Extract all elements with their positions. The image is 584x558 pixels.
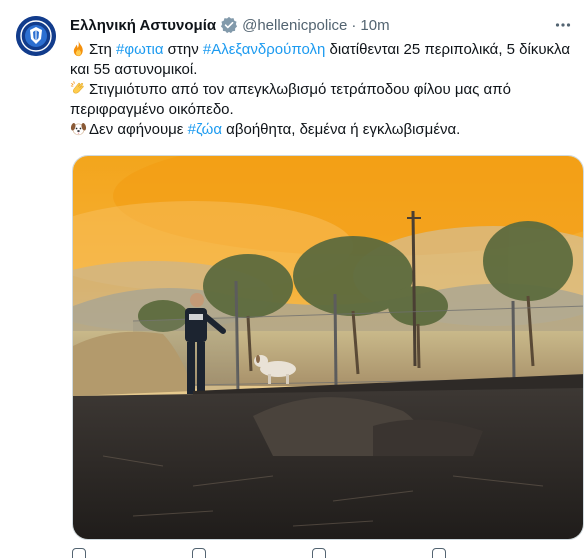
separator: ·: [351, 16, 357, 34]
verified-badge-icon: [220, 16, 238, 34]
tweet-line-1-text-2: στην: [163, 41, 203, 58]
tweet-header: Ελληνική Αστυνομία @hellenicpolice · 10m: [70, 14, 390, 36]
tweet-text: Στη #φωτια στην #Αλεξανδρούπολη διατίθεν…: [70, 40, 570, 140]
hashtag-zoa[interactable]: #ζώα: [188, 121, 222, 138]
dog-face-emoji-icon: [70, 120, 87, 137]
timestamp[interactable]: 10m: [360, 17, 389, 34]
retweet-icon[interactable]: [192, 548, 206, 558]
more-options-icon[interactable]: [552, 14, 574, 36]
tweet-actions-row: [70, 548, 570, 558]
views-icon[interactable]: [432, 548, 446, 558]
tweet-line-1: Στη #φωτια στην #Αλεξανδρούπολη διατίθεν…: [70, 40, 570, 80]
fire-emoji-icon: [70, 40, 87, 57]
author-name[interactable]: Ελληνική Αστυνομία: [70, 17, 216, 34]
wildfire-rescue-photo: [73, 156, 583, 539]
tweet[interactable]: Ελληνική Αστυνομία @hellenicpolice · 10m…: [0, 0, 584, 558]
tweet-line-3: Δεν αφήνουμε #ζώα αβοήθητα, δεμένα ή εγκ…: [70, 120, 570, 140]
tweet-line-2: Στιγμιότυπο από τον απεγκλωβισμό τετράπο…: [70, 80, 570, 120]
tweet-line-2-text: Στιγμιότυπο από τον απεγκλωβισμό τετράπο…: [70, 81, 511, 118]
author-handle[interactable]: @hellenicpolice: [242, 17, 347, 34]
tweet-line-3-text-2: αβοήθητα, δεμένα ή εγκλωβισμένα.: [222, 121, 461, 138]
avatar[interactable]: [16, 16, 56, 56]
clapping-hands-emoji-icon: [70, 80, 87, 97]
tweet-line-3-text: Δεν αφήνουμε: [89, 121, 188, 138]
hashtag-fotia[interactable]: #φωτια: [116, 41, 164, 58]
tweet-line-1-text: Στη: [89, 41, 116, 58]
like-icon[interactable]: [312, 548, 326, 558]
police-emblem-icon: [16, 16, 56, 56]
hashtag-alexandroupoli[interactable]: #Αλεξανδρούπολη: [203, 41, 325, 58]
reply-icon[interactable]: [72, 548, 86, 558]
tweet-photo[interactable]: [72, 155, 584, 540]
